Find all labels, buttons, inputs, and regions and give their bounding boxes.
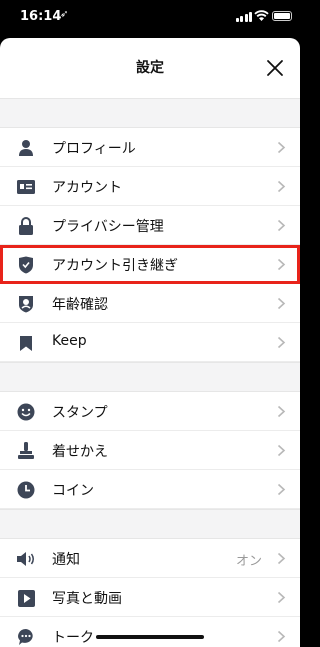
settings-item-label: アカウント引き継ぎ: [52, 258, 178, 274]
smiley-icon: [16, 402, 36, 422]
chevron-right-icon: [277, 336, 286, 349]
chevron-right-icon: [277, 297, 286, 310]
chevron-right-icon: [277, 180, 286, 193]
signal-icon: [235, 12, 252, 22]
location-icon: ➶: [60, 9, 69, 20]
section-gap: [0, 509, 300, 539]
settings-item-label: Keep: [52, 333, 87, 349]
header: 設定: [0, 38, 300, 98]
settings-item-label: スタンプ: [52, 405, 108, 421]
home-indicator[interactable]: [96, 635, 204, 639]
shield-icon: [16, 255, 36, 275]
speaker-icon: [16, 549, 36, 569]
settings-item-stickers[interactable]: スタンプ: [0, 392, 300, 431]
settings-item-account[interactable]: アカウント: [0, 167, 300, 206]
settings-item-profile[interactable]: プロフィール: [0, 128, 300, 167]
settings-item-label: 通知: [52, 552, 80, 568]
settings-item-label: コイン: [52, 483, 94, 499]
settings-item-coins[interactable]: コイン: [0, 470, 300, 509]
status-bar: 16:14 ➶: [0, 0, 300, 36]
settings-item-account-transfer[interactable]: アカウント引き継ぎ: [0, 245, 300, 284]
section-gap: [0, 98, 300, 128]
play-icon: [16, 588, 36, 608]
lock-icon: [16, 216, 36, 236]
chevron-right-icon: [277, 591, 286, 604]
chevron-right-icon: [277, 258, 286, 271]
chevron-right-icon: [277, 444, 286, 457]
settings-item-photos-videos[interactable]: 写真と動画: [0, 578, 300, 617]
brush-icon: [16, 441, 36, 461]
id-card-icon: [16, 177, 36, 197]
age-badge-icon: [16, 294, 36, 314]
clock-coin-icon: [16, 480, 36, 500]
settings-item-label: 写真と動画: [52, 591, 122, 607]
chevron-right-icon: [277, 219, 286, 232]
settings-item-themes[interactable]: 着せかえ: [0, 431, 300, 470]
settings-item-privacy[interactable]: プライバシー管理: [0, 206, 300, 245]
notification-status: オン: [235, 554, 262, 569]
chevron-right-icon: [277, 552, 286, 565]
chevron-right-icon: [277, 630, 286, 643]
settings-item-chats[interactable]: トーク: [0, 617, 300, 647]
settings-item-label: 年齢確認: [52, 297, 108, 313]
settings-item-label: プロフィール: [52, 141, 136, 157]
settings-item-notifications[interactable]: 通知 オン: [0, 539, 300, 578]
close-icon[interactable]: [264, 57, 286, 79]
chevron-right-icon: [277, 483, 286, 496]
settings-item-label: 着せかえ: [52, 444, 108, 460]
settings-item-label: トーク: [52, 630, 94, 646]
battery-icon: [272, 11, 292, 21]
person-icon: [16, 138, 36, 158]
chevron-right-icon: [277, 405, 286, 418]
status-time: 16:14: [20, 9, 62, 24]
settings-item-keep[interactable]: Keep: [0, 323, 300, 362]
section-gap: [0, 362, 300, 392]
page-title: 設定: [136, 60, 164, 76]
wifi-icon: [254, 10, 269, 21]
settings-item-age-verification[interactable]: 年齢確認: [0, 284, 300, 323]
settings-sheet: 設定 プロフィール アカウント プライバシー管理 アカウント引き継ぎ 年齢確認 …: [0, 38, 300, 647]
chat-bubble-icon: [16, 627, 36, 647]
settings-item-label: アカウント: [52, 180, 122, 196]
bookmark-icon: [16, 333, 36, 353]
settings-item-label: プライバシー管理: [52, 219, 164, 235]
chevron-right-icon: [277, 141, 286, 154]
